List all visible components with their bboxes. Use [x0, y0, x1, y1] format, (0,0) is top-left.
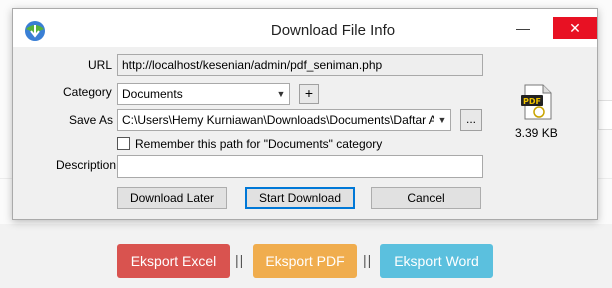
export-pdf-button[interactable]: Eksport PDF: [253, 244, 357, 278]
category-value: Documents: [122, 87, 183, 101]
file-size: 3.39 KB: [515, 126, 558, 140]
pdf-file-icon: PDF: [521, 84, 552, 120]
download-later-button[interactable]: Download Later: [117, 187, 227, 209]
svg-text:PDF: PDF: [523, 97, 541, 106]
category-select[interactable]: Documents ▼: [117, 83, 290, 105]
saveas-path-value: C:\Users\Hemy Kurniawan\Downloads\Docume…: [122, 113, 434, 127]
browse-button[interactable]: ...: [460, 109, 482, 131]
chevron-down-icon: ▼: [437, 115, 447, 125]
description-label: Description: [56, 158, 117, 172]
add-category-button[interactable]: +: [299, 84, 319, 104]
remember-path-label: Remember this path for "Documents" categ…: [135, 137, 383, 151]
export-word-button[interactable]: Eksport Word: [380, 244, 493, 278]
title-bar: Download File Info — ✕: [13, 9, 597, 47]
description-input[interactable]: [117, 155, 483, 178]
category-label: Category: [63, 85, 112, 99]
download-file-info-dialog: Download File Info — ✕ URL http://localh…: [12, 8, 598, 220]
page-edge-element: [598, 100, 612, 130]
chevron-down-icon: ▼: [276, 89, 286, 99]
close-button[interactable]: ✕: [553, 17, 597, 39]
remember-path-checkbox[interactable]: [117, 137, 130, 150]
start-download-button[interactable]: Start Download: [245, 187, 355, 209]
minimize-button[interactable]: —: [508, 17, 538, 39]
url-field[interactable]: http://localhost/kesenian/admin/pdf_seni…: [117, 54, 483, 76]
saveas-path-select[interactable]: C:\Users\Hemy Kurniawan\Downloads\Docume…: [117, 109, 451, 131]
export-excel-button[interactable]: Eksport Excel: [117, 244, 230, 278]
saveas-label: Save As: [69, 113, 114, 127]
url-label: URL: [88, 58, 113, 72]
separator: ||: [363, 252, 373, 268]
separator: ||: [235, 252, 245, 268]
cancel-button[interactable]: Cancel: [371, 187, 481, 209]
